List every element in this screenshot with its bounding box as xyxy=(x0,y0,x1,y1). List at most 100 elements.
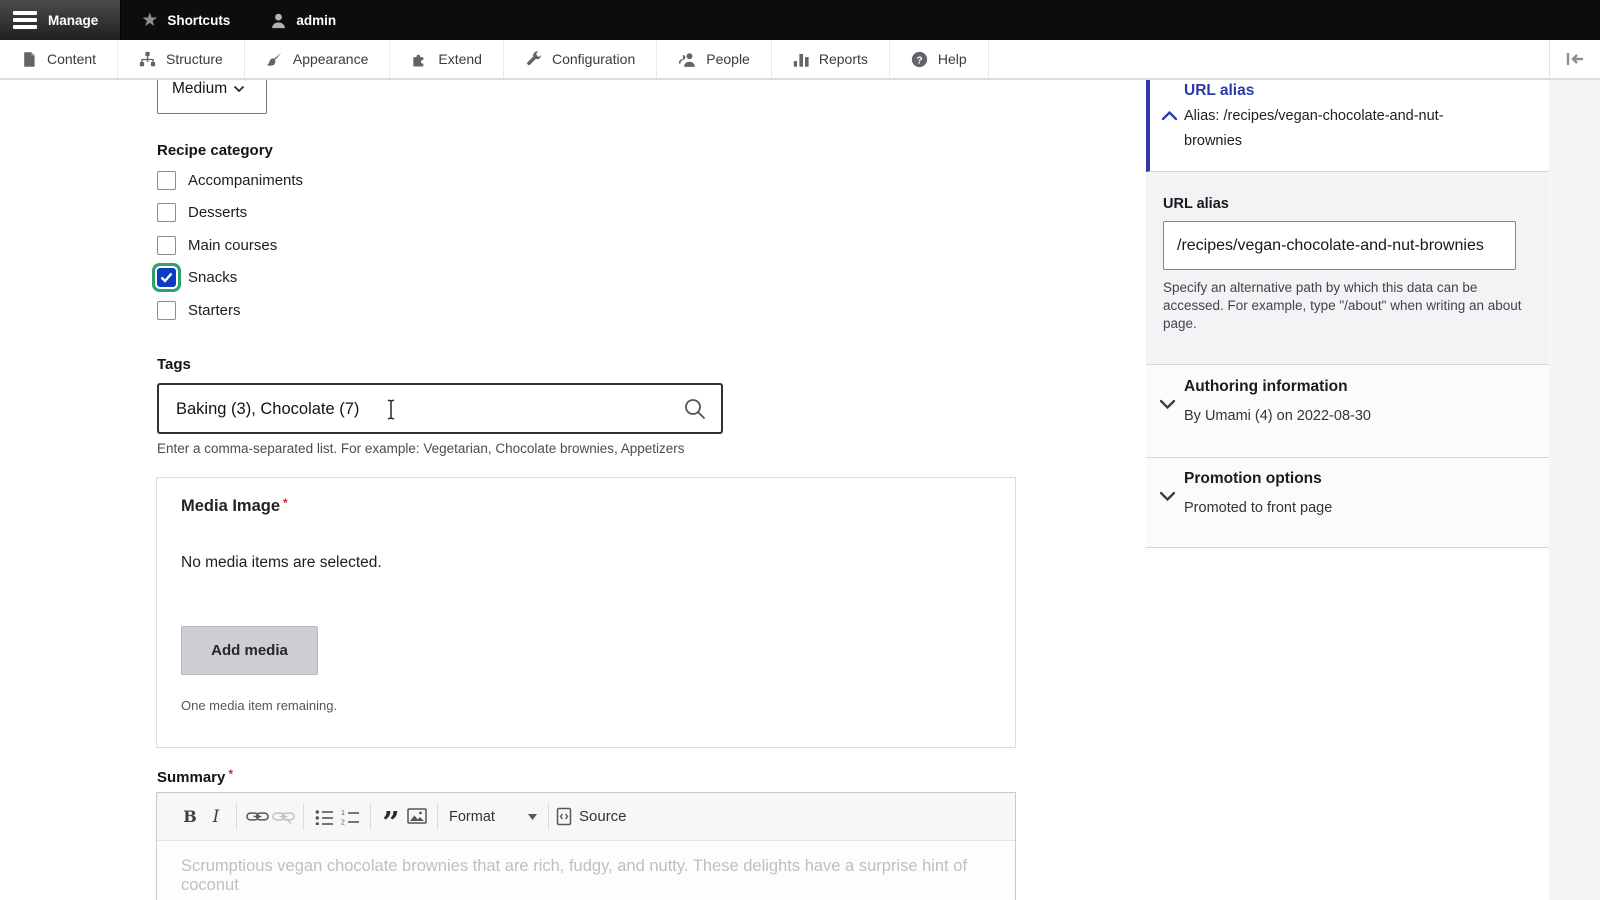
media-image-label: Media Image* xyxy=(181,496,288,516)
page-gutter xyxy=(1549,80,1600,900)
summary-editor: B I 12 ” Format xyxy=(156,792,1016,900)
checkbox-row-main-courses: Main courses xyxy=(157,235,277,255)
toolbar-item-configuration[interactable]: Configuration xyxy=(504,40,657,78)
promotion-title[interactable]: Promotion options xyxy=(1184,470,1322,488)
hamburger-icon xyxy=(13,11,37,29)
toolbar-separator xyxy=(236,804,237,830)
sitemap-icon xyxy=(139,51,156,68)
toolbar-separator xyxy=(548,804,549,830)
summary-editor-body[interactable]: Scrumptious vegan chocolate brownies tha… xyxy=(157,841,1015,900)
toolbar-collapse-icon xyxy=(1564,51,1586,67)
checkbox-label: Desserts xyxy=(188,204,247,221)
checkbox-row-snacks: Snacks xyxy=(157,267,237,287)
editor-toolbar: B I 12 ” Format xyxy=(157,793,1015,841)
toolbar-item-structure[interactable]: Structure xyxy=(118,40,245,78)
sidebar-promotion-section[interactable]: Promotion options Promoted to front page xyxy=(1146,458,1549,548)
svg-text:2: 2 xyxy=(341,819,345,825)
puzzle-icon xyxy=(411,51,428,68)
authoring-summary: By Umami (4) on 2022-08-30 xyxy=(1184,408,1371,424)
toolbar-item-label: Content xyxy=(47,51,96,67)
link-icon xyxy=(246,809,269,824)
manage-menu-button[interactable]: Manage xyxy=(0,0,121,40)
user-icon xyxy=(270,12,287,29)
checkbox-row-desserts: Desserts xyxy=(157,202,247,222)
toolbar-item-help[interactable]: ? Help xyxy=(890,40,989,78)
blockquote-button[interactable]: ” xyxy=(378,795,404,839)
url-alias-description: Specify an alternative path by which thi… xyxy=(1163,279,1525,333)
link-button[interactable] xyxy=(244,802,270,832)
recipe-category-label: Recipe category xyxy=(157,142,273,159)
file-icon xyxy=(21,51,37,68)
media-size-value: Medium xyxy=(172,80,227,98)
toolbar-collapse-button[interactable] xyxy=(1549,40,1600,78)
checkbox-accompaniments[interactable] xyxy=(157,171,176,190)
url-alias-input[interactable] xyxy=(1163,221,1516,270)
checkbox-row-starters: Starters xyxy=(157,300,241,320)
media-image-panel: Media Image* No media items are selected… xyxy=(156,477,1016,748)
tags-field xyxy=(157,383,723,434)
format-dropdown[interactable]: Format xyxy=(449,809,537,825)
bar-chart-icon xyxy=(793,51,809,68)
image-button[interactable] xyxy=(404,802,430,832)
toolbar-item-reports[interactable]: Reports xyxy=(772,40,890,78)
sidebar-authoring-section[interactable]: Authoring information By Umami (4) on 20… xyxy=(1146,365,1549,458)
people-icon xyxy=(678,51,696,68)
url-alias-tab-summary: Alias: /recipes/vegan-chocolate-and-nut-… xyxy=(1184,104,1476,154)
checkbox-snacks[interactable] xyxy=(157,268,176,287)
checkbox-desserts[interactable] xyxy=(157,203,176,222)
checkbox-label: Main courses xyxy=(188,237,277,254)
italic-button[interactable]: I xyxy=(203,802,229,832)
numbered-list-button[interactable]: 12 xyxy=(337,802,363,832)
toolbar-separator xyxy=(370,804,371,830)
shortcuts-button[interactable]: ★ Shortcuts xyxy=(121,0,250,40)
tags-description: Enter a comma-separated list. For exampl… xyxy=(157,441,685,456)
chevron-up-icon xyxy=(1161,110,1178,121)
toolbar-item-label: Help xyxy=(938,51,967,67)
source-label: Source xyxy=(579,808,627,825)
url-alias-field-label: URL alias xyxy=(1163,196,1229,212)
wrench-icon xyxy=(525,51,542,68)
promotion-summary: Promoted to front page xyxy=(1184,500,1332,516)
unlink-button[interactable] xyxy=(270,802,296,832)
toolbar-item-people[interactable]: People xyxy=(657,40,772,78)
toolbar-item-content[interactable]: Content xyxy=(0,40,118,78)
toolbar-item-label: Structure xyxy=(166,51,223,67)
toolbar-spacer xyxy=(989,40,1549,78)
svg-text:?: ? xyxy=(916,55,922,66)
chevron-down-icon xyxy=(233,85,245,93)
checkbox-main-courses[interactable] xyxy=(157,236,176,255)
search-icon xyxy=(683,397,707,421)
bulleted-list-icon xyxy=(315,809,334,825)
add-media-button[interactable]: Add media xyxy=(181,626,318,675)
toolbar-item-extend[interactable]: Extend xyxy=(390,40,504,78)
toolbar-item-label: Reports xyxy=(819,51,868,67)
toolbar-item-appearance[interactable]: Appearance xyxy=(245,40,391,78)
toolbar-item-label: People xyxy=(706,51,750,67)
user-menu-button[interactable]: admin xyxy=(250,0,356,40)
admin-bar: Manage ★ Shortcuts admin xyxy=(0,0,1600,40)
sidebar-url-alias-panel: URL alias Specify an alternative path by… xyxy=(1146,172,1549,365)
sidebar-url-alias-tab[interactable]: URL alias Alias: /recipes/vegan-chocolat… xyxy=(1146,80,1549,172)
checkbox-label: Snacks xyxy=(188,269,237,286)
authoring-title[interactable]: Authoring information xyxy=(1184,378,1348,396)
shortcuts-label: Shortcuts xyxy=(167,13,230,28)
bold-button[interactable]: B xyxy=(177,802,203,832)
media-remaining-text: One media item remaining. xyxy=(181,698,337,713)
star-icon: ★ xyxy=(141,11,158,30)
toolbar-separator xyxy=(303,804,304,830)
format-label: Format xyxy=(449,809,495,825)
image-icon xyxy=(407,808,427,825)
admin-toolbar: Content Structure Appearance Extend Conf… xyxy=(0,40,1600,80)
url-alias-tab-title[interactable]: URL alias xyxy=(1184,82,1254,100)
chevron-down-icon xyxy=(1159,399,1176,410)
checkbox-starters[interactable] xyxy=(157,301,176,320)
dropdown-arrow-icon xyxy=(528,814,537,820)
summary-label: Summary* xyxy=(157,767,233,786)
svg-text:1: 1 xyxy=(341,810,345,817)
toolbar-item-label: Appearance xyxy=(293,51,369,67)
required-mark: * xyxy=(283,496,288,510)
paintbrush-icon xyxy=(266,51,283,68)
source-button[interactable]: Source xyxy=(556,807,627,826)
chevron-down-icon xyxy=(1159,491,1176,502)
bulleted-list-button[interactable] xyxy=(311,802,337,832)
